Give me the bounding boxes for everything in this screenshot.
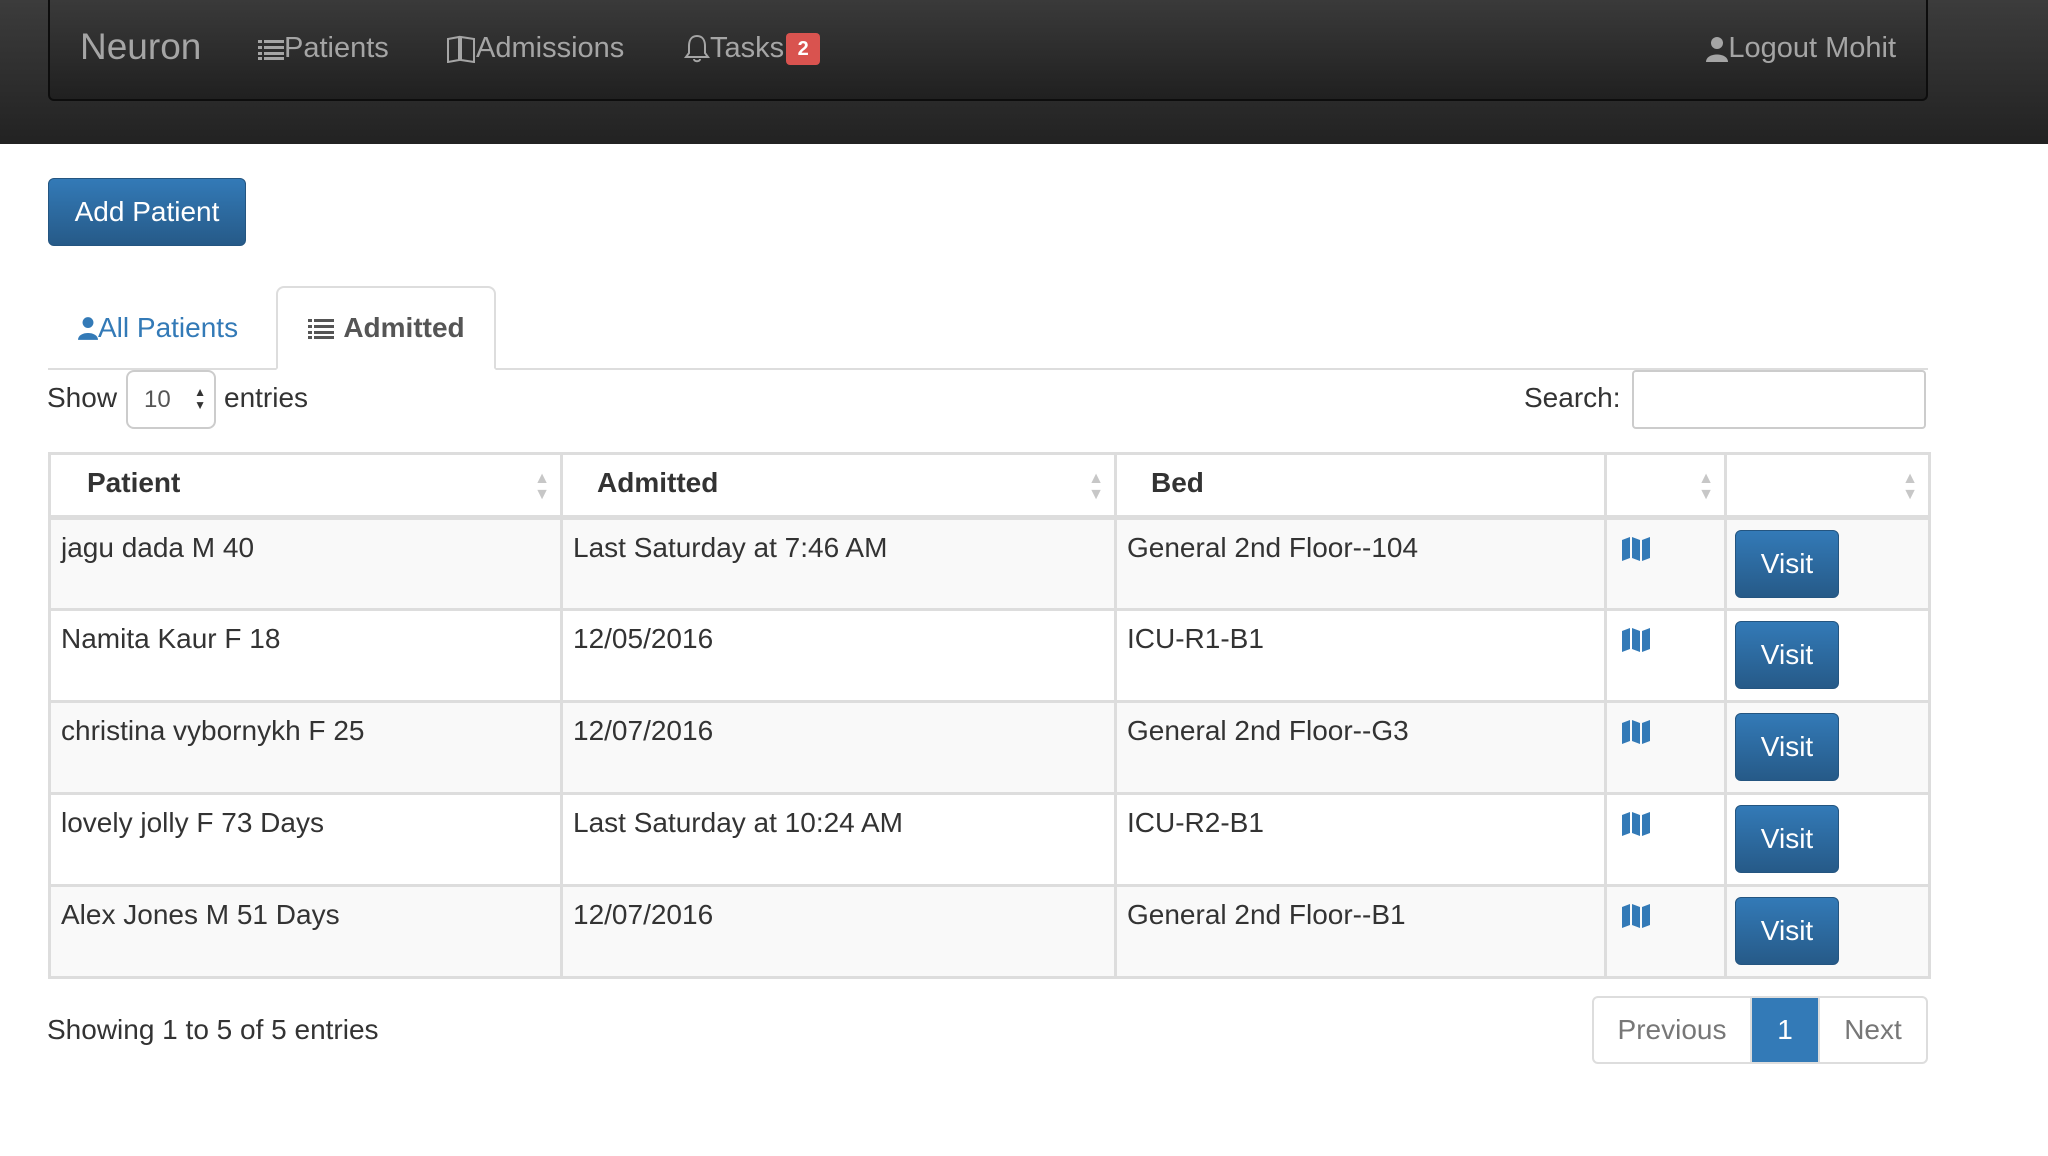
map-icon[interactable]: [1621, 536, 1651, 562]
visit-button[interactable]: Visit: [1735, 805, 1839, 873]
select-arrows-icon: ▲ ▼: [194, 385, 206, 412]
cell-admitted: 12/05/2016: [560, 608, 1117, 703]
patients-table: Patient ▲ ▼ Admitted ▲ ▼ Bed ▲ ▼ ▲ ▼ jagu dada…: [48, 452, 1931, 979]
pagination: Previous 1 Next: [1592, 996, 1928, 1064]
entries-select-value: 10: [144, 386, 171, 413]
cell-bed: ICU-R1-B1: [1114, 608, 1607, 703]
nav-tasks[interactable]: Tasks 2: [684, 32, 821, 65]
cell-map: [1604, 608, 1727, 703]
entries-select[interactable]: 10 ▲ ▼: [126, 370, 216, 429]
map-icon[interactable]: [1621, 627, 1651, 653]
cell-action: Visit: [1724, 884, 1931, 979]
search-input[interactable]: [1632, 370, 1926, 429]
previous-page-button[interactable]: Previous: [1594, 998, 1752, 1062]
cell-admitted: Last Saturday at 7:46 AM: [560, 516, 1117, 611]
next-page-button[interactable]: Next: [1818, 998, 1926, 1062]
table-row: lovely jolly F 73 Days Last Saturday at …: [48, 792, 1931, 887]
sort-icon: ▲ ▼: [534, 470, 550, 503]
cell-bed: ICU-R2-B1: [1114, 792, 1607, 887]
cell-patient: lovely jolly F 73 Days: [48, 792, 563, 887]
map-icon[interactable]: [1621, 811, 1651, 837]
nav-tasks-label: Tasks: [710, 32, 785, 64]
cell-bed: General 2nd Floor--G3: [1114, 700, 1607, 795]
sort-icon: ▲ ▼: [1698, 470, 1714, 503]
header-action[interactable]: ▲ ▼: [1724, 452, 1931, 520]
cell-patient: Alex Jones M 51 Days: [48, 884, 563, 979]
list-icon: [308, 319, 335, 339]
nav-admissions-label: Admissions: [476, 32, 625, 64]
table-row: Alex Jones M 51 Days 12/07/2016 General …: [48, 884, 1931, 979]
cell-bed: General 2nd Floor--B1: [1114, 884, 1607, 979]
tab-admitted-label: Admitted: [343, 312, 465, 343]
logout-link[interactable]: Logout Mohit: [1706, 32, 1896, 65]
cell-action: Visit: [1724, 516, 1931, 611]
list-icon: [258, 39, 284, 60]
cell-map: [1604, 700, 1727, 795]
visit-button[interactable]: Visit: [1735, 621, 1839, 689]
tasks-badge: 2: [786, 32, 821, 65]
nav-admissions[interactable]: Admissions: [446, 32, 624, 65]
cell-patient: jagu dada M 40: [48, 516, 563, 611]
cell-bed: General 2nd Floor--104: [1114, 516, 1607, 611]
header-bed-label: Bed: [1151, 467, 1204, 498]
book-icon: [447, 35, 475, 63]
table-info: Showing 1 to 5 of 5 entries: [47, 1014, 379, 1045]
sort-icon: ▲ ▼: [1902, 470, 1918, 503]
current-page-button[interactable]: 1: [1752, 998, 1818, 1062]
navbar: Neuron Patients Admissions Tasks 2 Logou…: [48, 0, 1928, 101]
cell-action: Visit: [1724, 700, 1931, 795]
header-admitted[interactable]: Admitted ▲ ▼: [560, 452, 1117, 520]
cell-patient: christina vybornykh F 25: [48, 700, 563, 795]
cell-action: Visit: [1724, 792, 1931, 887]
header-patient[interactable]: Patient ▲ ▼: [48, 452, 563, 520]
table-row: christina vybornykh F 25 12/07/2016 Gene…: [48, 700, 1931, 795]
cell-action: Visit: [1724, 608, 1931, 703]
user-icon: [78, 317, 98, 340]
bell-icon: [684, 34, 710, 62]
nav-patients-label: Patients: [284, 32, 389, 64]
header-patient-label: Patient: [87, 467, 181, 498]
cell-map: [1604, 792, 1727, 887]
visit-button[interactable]: Visit: [1735, 713, 1839, 781]
cell-map: [1604, 516, 1727, 611]
table-header-row: Patient ▲ ▼ Admitted ▲ ▼ Bed ▲ ▼ ▲ ▼: [48, 452, 1931, 520]
search-label: Search:: [1524, 382, 1621, 413]
cell-map: [1604, 884, 1727, 979]
visit-button[interactable]: Visit: [1735, 530, 1839, 598]
header-map[interactable]: ▲ ▼: [1604, 452, 1727, 520]
header-admitted-label: Admitted: [597, 467, 719, 498]
tab-all-patients-label: All Patients: [98, 312, 239, 343]
header-bed[interactable]: Bed: [1114, 452, 1607, 520]
map-icon[interactable]: [1621, 719, 1651, 745]
table-row: Namita Kaur F 18 12/05/2016 ICU-R1-B1 Vi…: [48, 608, 1931, 703]
add-patient-button[interactable]: Add Patient: [48, 178, 246, 246]
sort-icon: ▲ ▼: [1088, 470, 1104, 503]
nav-patients[interactable]: Patients: [258, 32, 389, 65]
logout-label: Logout Mohit: [1728, 32, 1896, 64]
map-icon[interactable]: [1621, 903, 1651, 929]
length-entries-label: entries: [224, 382, 309, 413]
cell-patient: Namita Kaur F 18: [48, 608, 563, 703]
cell-admitted: 12/07/2016: [560, 700, 1117, 795]
cell-admitted: Last Saturday at 10:24 AM: [560, 792, 1117, 887]
table-row: jagu dada M 40 Last Saturday at 7:46 AM …: [48, 516, 1931, 611]
visit-button[interactable]: Visit: [1735, 897, 1839, 965]
length-show-label: Show: [47, 382, 118, 413]
tab-admitted[interactable]: Admitted: [276, 286, 496, 370]
tab-all-patients[interactable]: All Patients: [60, 286, 256, 370]
brand-link[interactable]: Neuron: [80, 26, 201, 68]
cell-admitted: 12/07/2016: [560, 884, 1117, 979]
user-icon: [1706, 36, 1729, 62]
